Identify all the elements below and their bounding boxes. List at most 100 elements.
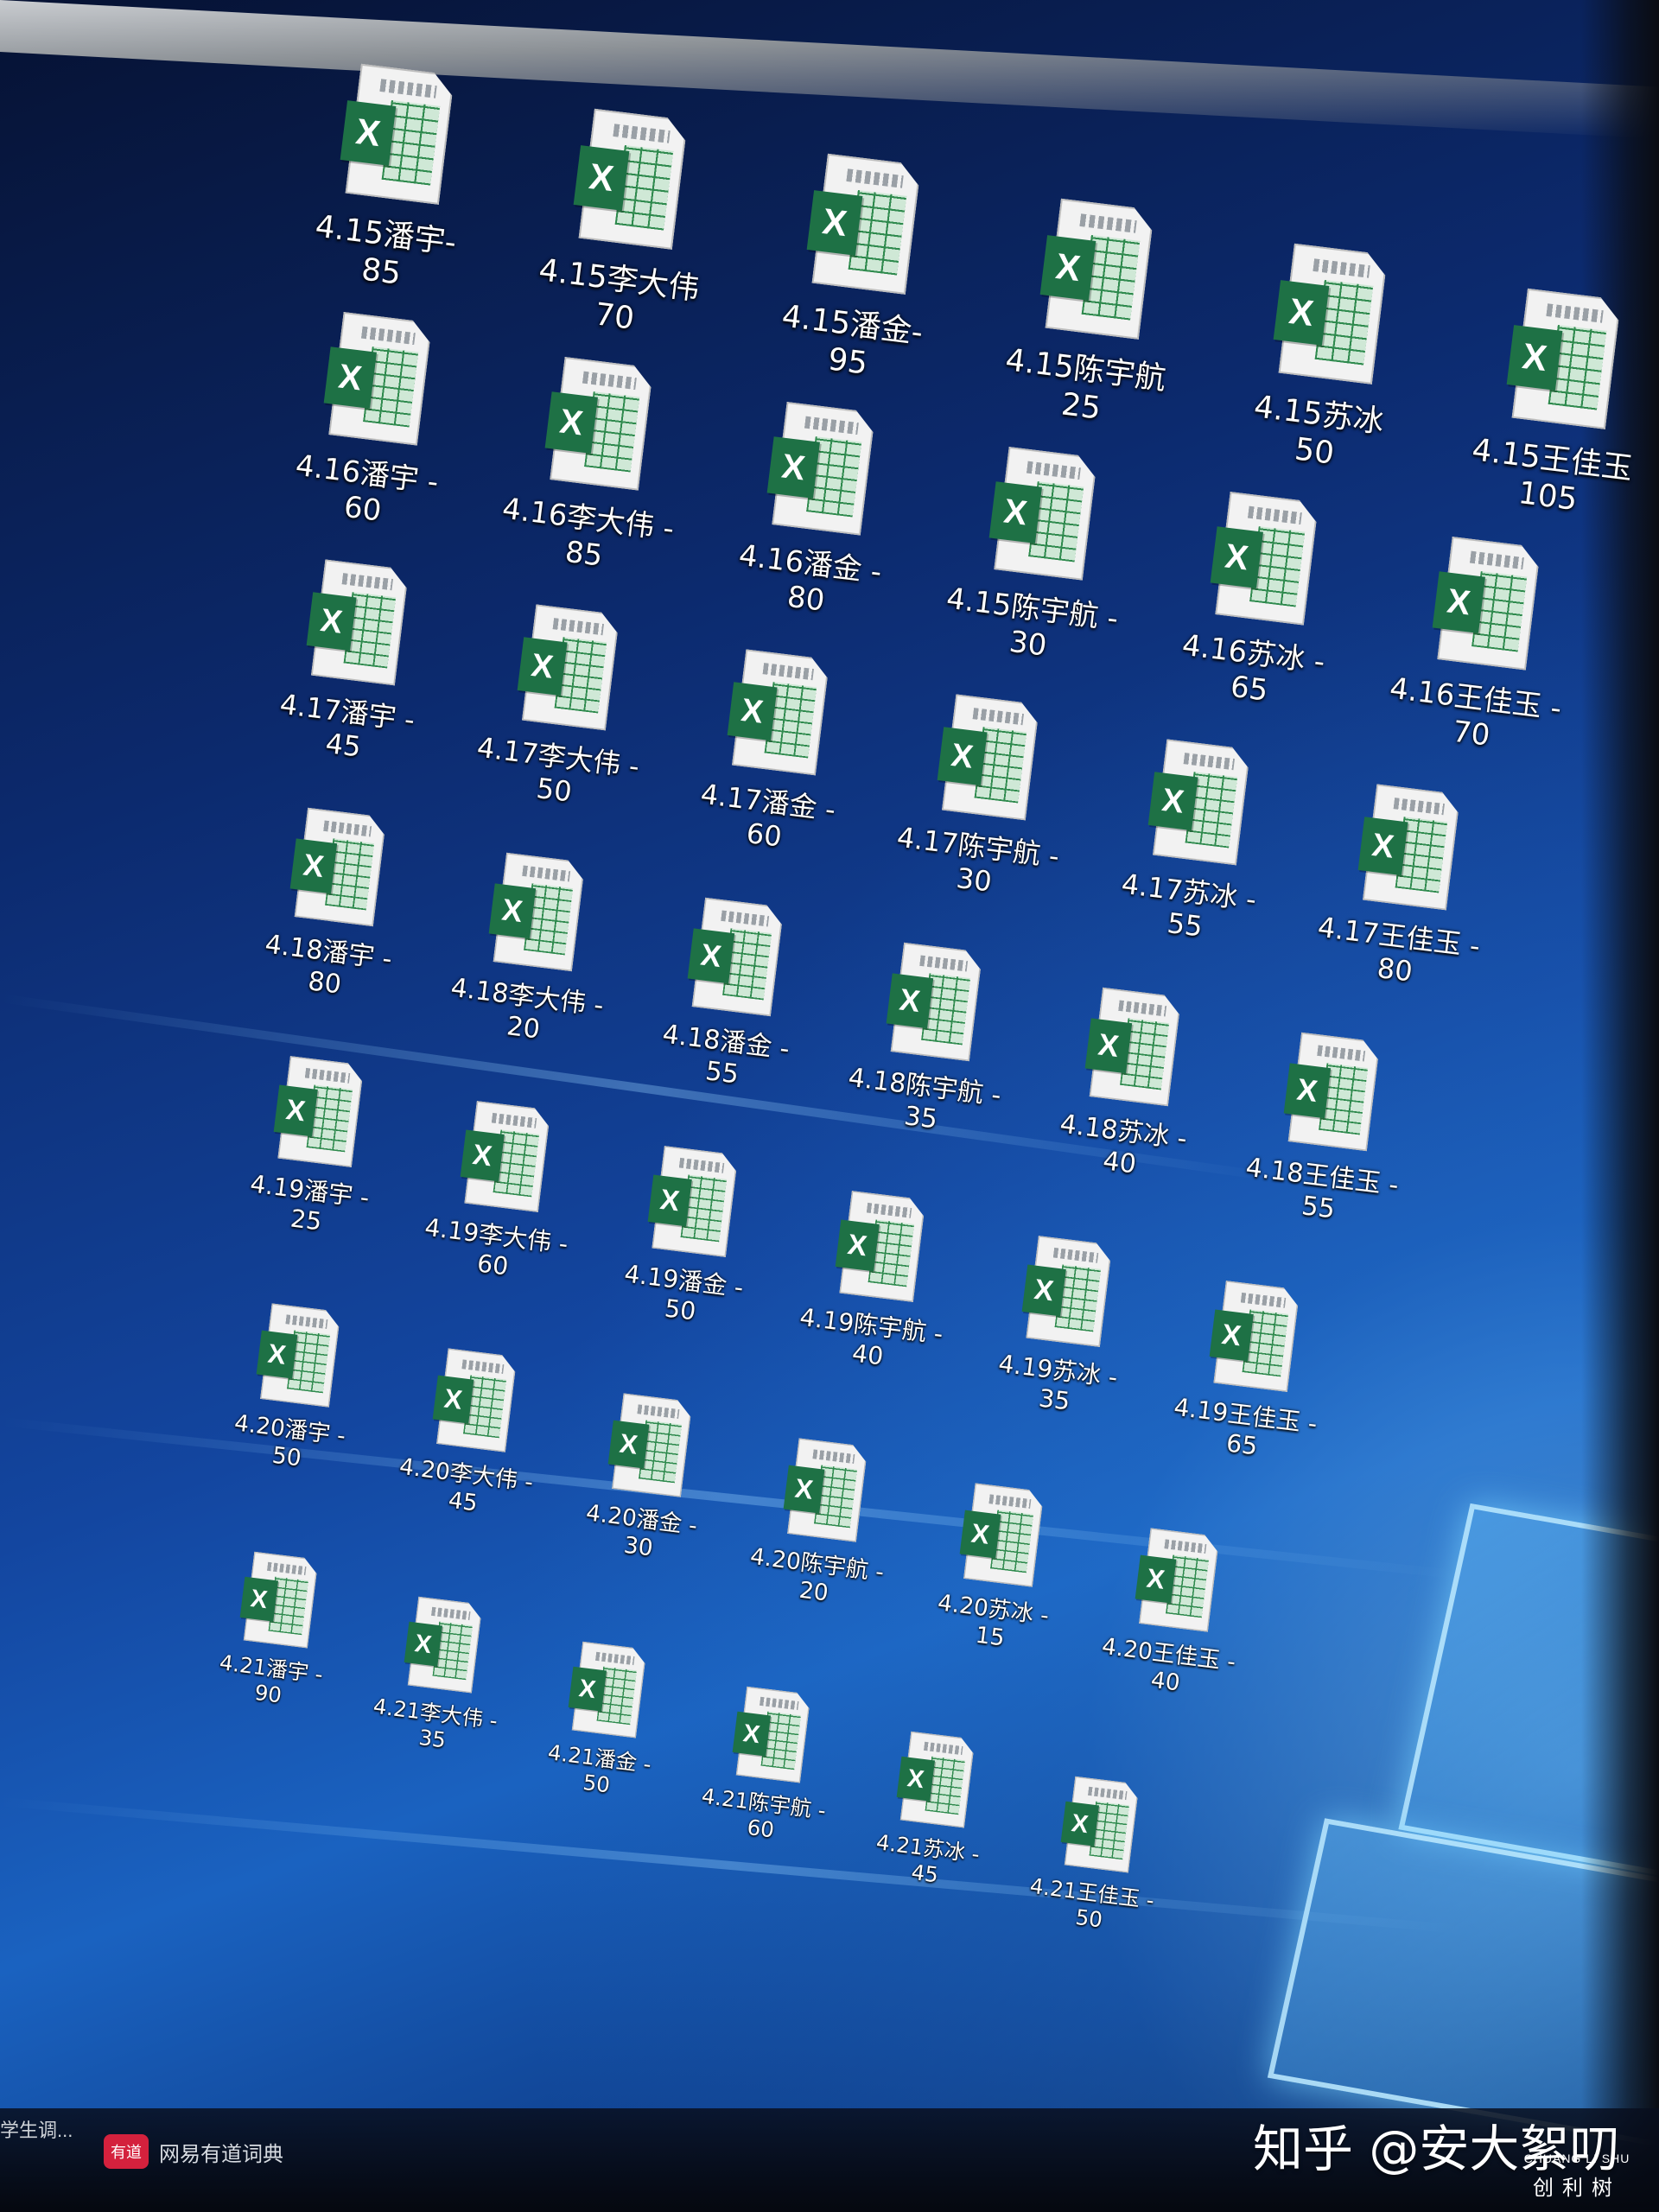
file-label: 4.16潘宇 - 60 bbox=[293, 448, 441, 529]
desktop-file-icon[interactable]: X 4.18苏冰 - 40 bbox=[1038, 982, 1220, 1188]
excel-file-icon: X bbox=[286, 807, 391, 932]
desktop-file-icon[interactable]: X 4.18王佳玉 - 55 bbox=[1236, 1027, 1419, 1233]
desktop-file-icon[interactable]: X 4.19陈宇航 - 40 bbox=[791, 1185, 962, 1379]
desktop-file-icon[interactable]: X 4.16苏冰 - 65 bbox=[1158, 486, 1363, 717]
file-label: 4.18潘宇 - 80 bbox=[263, 929, 394, 1001]
desktop-file-icon[interactable]: X 4.19王佳玉 - 65 bbox=[1166, 1275, 1337, 1469]
excel-badge: X bbox=[460, 1129, 505, 1182]
desktop-file-icon[interactable]: X 4.16潘宇 - 60 bbox=[270, 306, 475, 537]
desktop-file-icon[interactable]: X 4.20潘金 - 30 bbox=[567, 1389, 727, 1569]
file-label: 4.16潘金 - 80 bbox=[736, 537, 884, 619]
desktop-file-icon[interactable]: X 4.19苏冰 - 35 bbox=[978, 1230, 1149, 1424]
file-label: 4.21陈宇航 - 60 bbox=[700, 1783, 828, 1843]
excel-file-icon: X bbox=[1206, 490, 1325, 631]
file-label: 4.20王佳玉 - 40 bbox=[1100, 1632, 1237, 1697]
excel-file-icon: X bbox=[683, 897, 789, 1022]
desktop-file-icon[interactable]: X 4.21陈宇航 - 60 bbox=[694, 1682, 842, 1850]
desktop-file-icon[interactable]: X 4.17苏冰 - 55 bbox=[1098, 734, 1292, 952]
file-label: 4.17苏冰 - 55 bbox=[1119, 868, 1258, 944]
desktop-file-icon[interactable]: X 4.15苏冰 50 bbox=[1217, 238, 1433, 482]
desktop-file-icon[interactable]: X 4.15李大伟 70 bbox=[518, 103, 734, 347]
desktop-file-icon[interactable]: X 4.16李大伟 - 85 bbox=[493, 351, 697, 582]
excel-file-icon: X bbox=[1019, 1235, 1117, 1352]
excel-badge: X bbox=[1084, 1018, 1133, 1074]
excel-badge: X bbox=[1506, 325, 1563, 391]
excel-file-icon: X bbox=[933, 693, 1045, 826]
file-label: 4.18李大伟 - 20 bbox=[448, 972, 606, 1046]
desktop-file-icon[interactable]: X 4.20苏冰 - 15 bbox=[918, 1478, 1078, 1659]
excel-badge: X bbox=[687, 928, 735, 984]
desktop-file-icon[interactable]: X 4.20陈宇航 - 20 bbox=[742, 1433, 902, 1614]
desktop-file-icon[interactable]: X 4.15陈宇航 - 30 bbox=[936, 441, 1141, 672]
desktop-file-icon[interactable]: X 4.17李大伟 - 50 bbox=[467, 599, 661, 817]
desktop-file-icon[interactable]: X 4.16潘金 - 80 bbox=[715, 396, 919, 627]
file-label: 4.18苏冰 - 40 bbox=[1058, 1109, 1189, 1180]
desktop-file-icon[interactable]: X 4.18潘金 - 55 bbox=[640, 893, 823, 1098]
taskbar-item[interactable]: 学生调... bbox=[0, 2115, 73, 2143]
desktop-file-icon[interactable]: X 4.18李大伟 - 20 bbox=[442, 848, 624, 1053]
desktop-file-icon[interactable]: X 4.21潘宇 - 90 bbox=[201, 1548, 350, 1715]
file-label: 4.19陈宇航 - 40 bbox=[798, 1302, 944, 1371]
excel-file-icon: X bbox=[1058, 1776, 1143, 1878]
desktop-file-icon[interactable]: X 4.15陈宇航 25 bbox=[984, 193, 1200, 437]
brand-logo: CHUANG LI SHU 创利树 bbox=[1503, 2152, 1650, 2209]
desktop-file-icon[interactable]: X 4.19李大伟 - 60 bbox=[416, 1096, 588, 1289]
file-label: 4.21李大伟 - 35 bbox=[372, 1694, 499, 1753]
excel-badge: X bbox=[1273, 280, 1330, 346]
desktop-file-icon[interactable]: X 4.15潘金- 95 bbox=[751, 148, 967, 392]
excel-file-icon: X bbox=[457, 1100, 556, 1217]
desktop-file-icon[interactable]: X 4.17王佳玉 - 80 bbox=[1308, 779, 1502, 997]
excel-badge: X bbox=[1060, 1801, 1100, 1847]
desktop-file-icon[interactable]: X 4.17潘宇 - 45 bbox=[257, 554, 450, 772]
taskbar-app-youdao[interactable]: 有道 网易有道词典 bbox=[104, 2134, 283, 2169]
desktop-file-icon[interactable]: X 4.18陈宇航 - 35 bbox=[839, 938, 1021, 1143]
desktop-file-icon[interactable]: X 4.21王佳玉 - 50 bbox=[1022, 1772, 1171, 1940]
excel-badge: X bbox=[959, 1510, 1001, 1559]
excel-badge: X bbox=[1209, 1309, 1254, 1362]
excel-badge: X bbox=[306, 592, 357, 652]
desktop-file-icon[interactable]: X 4.17陈宇航 - 30 bbox=[887, 689, 1081, 907]
excel-file-icon: X bbox=[302, 558, 414, 691]
excel-badge: X bbox=[732, 1711, 772, 1757]
excel-badge: X bbox=[573, 145, 630, 211]
excel-file-icon: X bbox=[984, 445, 1103, 586]
excel-file-icon: X bbox=[429, 1348, 520, 1458]
excel-file-icon: X bbox=[1081, 987, 1186, 1112]
excel-file-icon: X bbox=[541, 355, 659, 496]
file-label: 4.21苏冰 - 45 bbox=[874, 1829, 982, 1888]
desktop-file-icon[interactable]: X 4.15潘宇- 85 bbox=[284, 58, 500, 302]
file-label: 4.18潘金 - 55 bbox=[660, 1019, 791, 1090]
excel-file-icon: X bbox=[1035, 197, 1160, 346]
desktop-file-icon[interactable]: X 4.19潘金 - 50 bbox=[604, 1141, 775, 1334]
desktop-file-icon[interactable]: X 4.16王佳玉 - 70 bbox=[1380, 531, 1585, 762]
desktop-file-icon[interactable]: X 4.21潘金 - 50 bbox=[530, 1637, 678, 1805]
excel-badge: X bbox=[806, 190, 863, 256]
file-label: 4.20陈宇航 - 20 bbox=[748, 1542, 887, 1607]
file-label: 4.19苏冰 - 35 bbox=[996, 1349, 1120, 1416]
desktop-file-icon[interactable]: X 4.17潘金 - 60 bbox=[677, 644, 871, 862]
excel-badge: X bbox=[404, 1621, 443, 1667]
excel-file-icon: X bbox=[253, 1303, 345, 1413]
file-label: 4.15王佳玉 105 bbox=[1470, 431, 1635, 518]
excel-badge: X bbox=[727, 682, 778, 741]
desktop-file-icon[interactable]: X 4.18潘宇 - 80 bbox=[243, 803, 425, 1008]
file-label: 4.19李大伟 - 60 bbox=[423, 1212, 570, 1281]
file-label: 4.15李大伟 70 bbox=[537, 251, 702, 337]
file-label: 4.15陈宇航 25 bbox=[1003, 341, 1168, 427]
desktop-file-icon[interactable]: X 4.21苏冰 - 45 bbox=[858, 1727, 1007, 1895]
desktop-file-icon[interactable]: X 4.19潘宇 - 25 bbox=[229, 1051, 400, 1244]
file-label: 4.16李大伟 - 85 bbox=[500, 491, 677, 574]
desktop-file-icon[interactable]: X 4.21李大伟 - 35 bbox=[365, 1592, 514, 1760]
excel-badge: X bbox=[1147, 772, 1198, 831]
file-label: 4.18王佳玉 - 55 bbox=[1243, 1152, 1401, 1225]
desktop-file-icon[interactable]: X 4.15王佳玉 105 bbox=[1451, 283, 1659, 527]
excel-badge: X bbox=[1357, 817, 1408, 876]
file-label: 4.17潘宇 - 45 bbox=[278, 688, 417, 765]
desktop-file-icon[interactable]: X 4.20潘宇 - 50 bbox=[215, 1299, 375, 1479]
desktop-file-icon[interactable]: X 4.20王佳玉 - 40 bbox=[1094, 1523, 1254, 1704]
excel-file-icon: X bbox=[335, 62, 460, 211]
excel-badge: X bbox=[289, 838, 338, 894]
desktop-file-icon[interactable]: X 4.20李大伟 - 45 bbox=[391, 1344, 551, 1524]
file-label: 4.17潘金 - 60 bbox=[698, 778, 838, 855]
file-label: 4.19潘宇 - 25 bbox=[248, 1169, 371, 1236]
